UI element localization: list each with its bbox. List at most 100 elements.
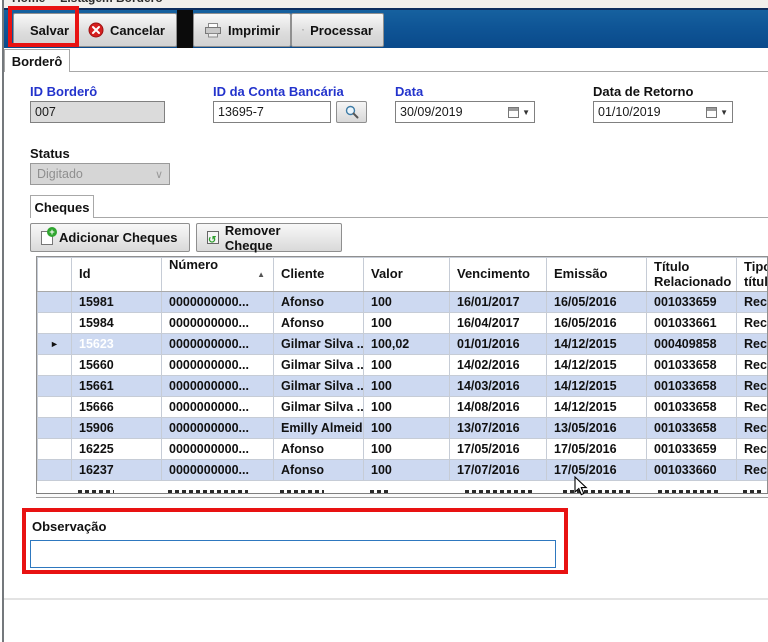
grid-header-vencimento[interactable]: Vencimento: [450, 258, 547, 292]
cell-vencimento[interactable]: 16/04/2017: [450, 313, 547, 334]
cell-cliente[interactable]: Gilmar Silva ...: [274, 355, 364, 376]
cell-valor[interactable]: 100: [364, 460, 450, 481]
cell-n-mero[interactable]: 0000000000...: [162, 355, 274, 376]
cell-id[interactable]: 15623: [72, 334, 162, 355]
cell-valor[interactable]: 100: [364, 439, 450, 460]
data-retorno-field[interactable]: 01/10/2019 ▼: [593, 101, 733, 123]
cell-valor[interactable]: 100: [364, 313, 450, 334]
cell-tipo-de-t-tulo[interactable]: Receber: [737, 334, 768, 355]
cell-t-tulo-relacionado[interactable]: 000409858: [647, 334, 737, 355]
grid-row-16225[interactable]: 162250000000000...Afonso10017/05/201617/…: [38, 439, 768, 460]
cell-cliente[interactable]: Afonso: [274, 439, 364, 460]
cell-tipo-de-t-tulo[interactable]: Receber: [737, 313, 768, 334]
cell-cliente[interactable]: Gilmar Silva ...: [274, 376, 364, 397]
cell-tipo-de-t-tulo[interactable]: Receber: [737, 355, 768, 376]
grid-header-tipo-de-t-tulo[interactable]: Tipo de título: [737, 258, 768, 292]
cell-t-tulo-relacionado[interactable]: 001033658: [647, 376, 737, 397]
cell-id[interactable]: 15981: [72, 292, 162, 313]
cell-n-mero[interactable]: 0000000000...: [162, 376, 274, 397]
cell-cliente[interactable]: Afonso: [274, 313, 364, 334]
cell-t-tulo-relacionado[interactable]: 001033660: [647, 460, 737, 481]
id-conta-field[interactable]: 13695-7: [213, 101, 331, 123]
cell-vencimento[interactable]: 16/01/2017: [450, 292, 547, 313]
search-account-button[interactable]: [336, 101, 367, 123]
cell-n-mero[interactable]: 0000000000...: [162, 292, 274, 313]
cell-emiss-o[interactable]: 14/12/2015: [547, 397, 647, 418]
tab-home[interactable]: Home: [12, 0, 45, 5]
cell-emiss-o[interactable]: 17/05/2016: [547, 439, 647, 460]
cell-vencimento[interactable]: 17/05/2016: [450, 439, 547, 460]
grid-row-15906[interactable]: 159060000000000...Emilly Almeid...10013/…: [38, 418, 768, 439]
cell-vencimento[interactable]: 14/08/2016: [450, 397, 547, 418]
cell-t-tulo-relacionado[interactable]: 001033661: [647, 313, 737, 334]
cancel-button[interactable]: Cancelar: [77, 13, 177, 47]
cell-emiss-o[interactable]: 14/12/2015: [547, 376, 647, 397]
grid-row-15661[interactable]: 156610000000000...Gilmar Silva ...10014/…: [38, 376, 768, 397]
observacao-input[interactable]: [30, 540, 556, 568]
cell-valor[interactable]: 100: [364, 418, 450, 439]
grid-header-cliente[interactable]: Cliente: [274, 258, 364, 292]
grid-header-t-tulo-relacionado[interactable]: Título Relacionado: [647, 258, 737, 292]
cell-emiss-o[interactable]: 13/05/2016: [547, 418, 647, 439]
cell-id[interactable]: 16237: [72, 460, 162, 481]
grid-header-emiss-o[interactable]: Emissão: [547, 258, 647, 292]
cell-vencimento[interactable]: 13/07/2016: [450, 418, 547, 439]
grid-row-15623[interactable]: ►156230000000000...Gilmar Silva ...100,0…: [38, 334, 768, 355]
cell-id[interactable]: 15666: [72, 397, 162, 418]
tab-listagem-bordero[interactable]: Listagem Borderô: [60, 0, 163, 5]
grid-row-15666[interactable]: 156660000000000...Gilmar Silva ...10014/…: [38, 397, 768, 418]
grid-row-15984[interactable]: 159840000000000...Afonso10016/04/201716/…: [38, 313, 768, 334]
save-button[interactable]: Salvar: [13, 13, 77, 47]
cell-t-tulo-relacionado[interactable]: 001033659: [647, 292, 737, 313]
grid-header-valor[interactable]: Valor: [364, 258, 450, 292]
grid-row-16237[interactable]: 162370000000000...Afonso10017/07/201617/…: [38, 460, 768, 481]
remove-cheque-button[interactable]: ↺ Remover Cheque: [196, 223, 342, 252]
tab-bordero[interactable]: Borderô: [4, 49, 70, 72]
calendar-dropdown-icon[interactable]: ▼: [522, 108, 530, 117]
cell-valor[interactable]: 100,02: [364, 334, 450, 355]
cell-valor[interactable]: 100: [364, 397, 450, 418]
cell-id[interactable]: 15984: [72, 313, 162, 334]
cell-cliente[interactable]: Gilmar Silva ...: [274, 397, 364, 418]
cell-t-tulo-relacionado[interactable]: 001033658: [647, 355, 737, 376]
cell-cliente[interactable]: Afonso: [274, 292, 364, 313]
cell-tipo-de-t-tulo[interactable]: Receber: [737, 418, 768, 439]
grid-header-n-mero[interactable]: Número▲: [162, 258, 274, 292]
grid-row-15660[interactable]: 156600000000000...Gilmar Silva ...10014/…: [38, 355, 768, 376]
cell-n-mero[interactable]: 0000000000...: [162, 334, 274, 355]
cell-id[interactable]: 16225: [72, 439, 162, 460]
cell-n-mero[interactable]: 0000000000...: [162, 418, 274, 439]
cell-t-tulo-relacionado[interactable]: 001033658: [647, 397, 737, 418]
cell-n-mero[interactable]: 0000000000...: [162, 397, 274, 418]
cell-cliente[interactable]: Emilly Almeid...: [274, 418, 364, 439]
add-cheques-button[interactable]: + Adicionar Cheques: [30, 223, 190, 252]
cell-valor[interactable]: 100: [364, 376, 450, 397]
cell-tipo-de-t-tulo[interactable]: Receber: [737, 376, 768, 397]
cheques-grid[interactable]: IdNúmero▲ClienteValorVencimentoEmissãoTí…: [36, 256, 768, 493]
cell-emiss-o[interactable]: 16/05/2016: [547, 292, 647, 313]
cell-emiss-o[interactable]: 17/05/2016: [547, 460, 647, 481]
cell-t-tulo-relacionado[interactable]: 001033658: [647, 418, 737, 439]
cell-emiss-o[interactable]: 16/05/2016: [547, 313, 647, 334]
grid-row-15981[interactable]: 159810000000000...Afonso10016/01/201716/…: [38, 292, 768, 313]
cell-n-mero[interactable]: 0000000000...: [162, 460, 274, 481]
cell-n-mero[interactable]: 0000000000...: [162, 439, 274, 460]
cell-tipo-de-t-tulo[interactable]: Receber: [737, 397, 768, 418]
data-field[interactable]: 30/09/2019 ▼: [395, 101, 535, 123]
cell-vencimento[interactable]: 14/02/2016: [450, 355, 547, 376]
cell-t-tulo-relacionado[interactable]: 001033659: [647, 439, 737, 460]
cell-tipo-de-t-tulo[interactable]: Receber: [737, 439, 768, 460]
cell-id[interactable]: 15906: [72, 418, 162, 439]
cell-valor[interactable]: 100: [364, 292, 450, 313]
cell-tipo-de-t-tulo[interactable]: Receber: [737, 292, 768, 313]
cell-vencimento[interactable]: 14/03/2016: [450, 376, 547, 397]
cell-cliente[interactable]: Gilmar Silva ...: [274, 334, 364, 355]
cell-cliente[interactable]: Afonso: [274, 460, 364, 481]
cell-n-mero[interactable]: 0000000000...: [162, 313, 274, 334]
cell-emiss-o[interactable]: 14/12/2015: [547, 334, 647, 355]
cell-vencimento[interactable]: 01/01/2016: [450, 334, 547, 355]
calendar-dropdown-icon[interactable]: ▼: [720, 108, 728, 117]
cell-emiss-o[interactable]: 14/12/2015: [547, 355, 647, 376]
cell-id[interactable]: 15661: [72, 376, 162, 397]
print-button[interactable]: Imprimir: [193, 13, 291, 47]
